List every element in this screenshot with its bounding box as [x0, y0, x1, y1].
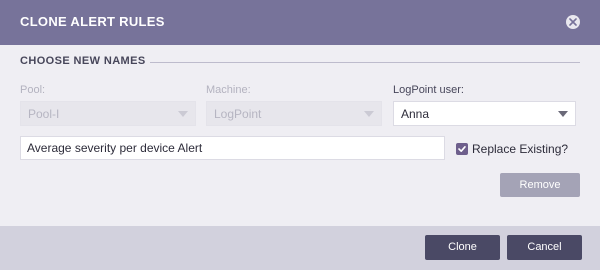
dialog-header: CLONE ALERT RULES: [0, 0, 600, 45]
machine-label: Machine:: [206, 84, 251, 96]
pool-label: Pool:: [20, 84, 46, 96]
dialog-title: CLONE ALERT RULES: [20, 14, 165, 29]
pool-select-value: Pool-I: [28, 107, 60, 121]
machine-select: LogPoint: [206, 101, 382, 126]
chevron-down-icon[interactable]: [558, 111, 568, 117]
close-icon[interactable]: [566, 15, 580, 29]
logpoint-user-label: LogPoint user:: [393, 84, 464, 96]
cancel-button[interactable]: Cancel: [507, 235, 582, 260]
pool-select: Pool-I: [20, 101, 196, 126]
section-title: CHOOSE NEW NAMES: [20, 55, 146, 67]
logpoint-user-select-value: Anna: [401, 107, 430, 121]
chevron-down-icon: [364, 111, 374, 117]
remove-button[interactable]: Remove: [500, 173, 580, 197]
machine-select-value: LogPoint: [214, 107, 262, 121]
logpoint-user-select[interactable]: Anna: [393, 101, 576, 126]
clone-button[interactable]: Clone: [425, 235, 500, 260]
clone-alert-rules-dialog: CLONE ALERT RULES CHOOSE NEW NAMES Pool:…: [0, 0, 600, 270]
section-divider: [150, 62, 580, 63]
alert-name-input[interactable]: [20, 136, 445, 160]
chevron-down-icon: [178, 111, 188, 117]
replace-existing-label[interactable]: Replace Existing?: [472, 142, 568, 156]
replace-existing-checkbox[interactable]: [456, 143, 468, 155]
